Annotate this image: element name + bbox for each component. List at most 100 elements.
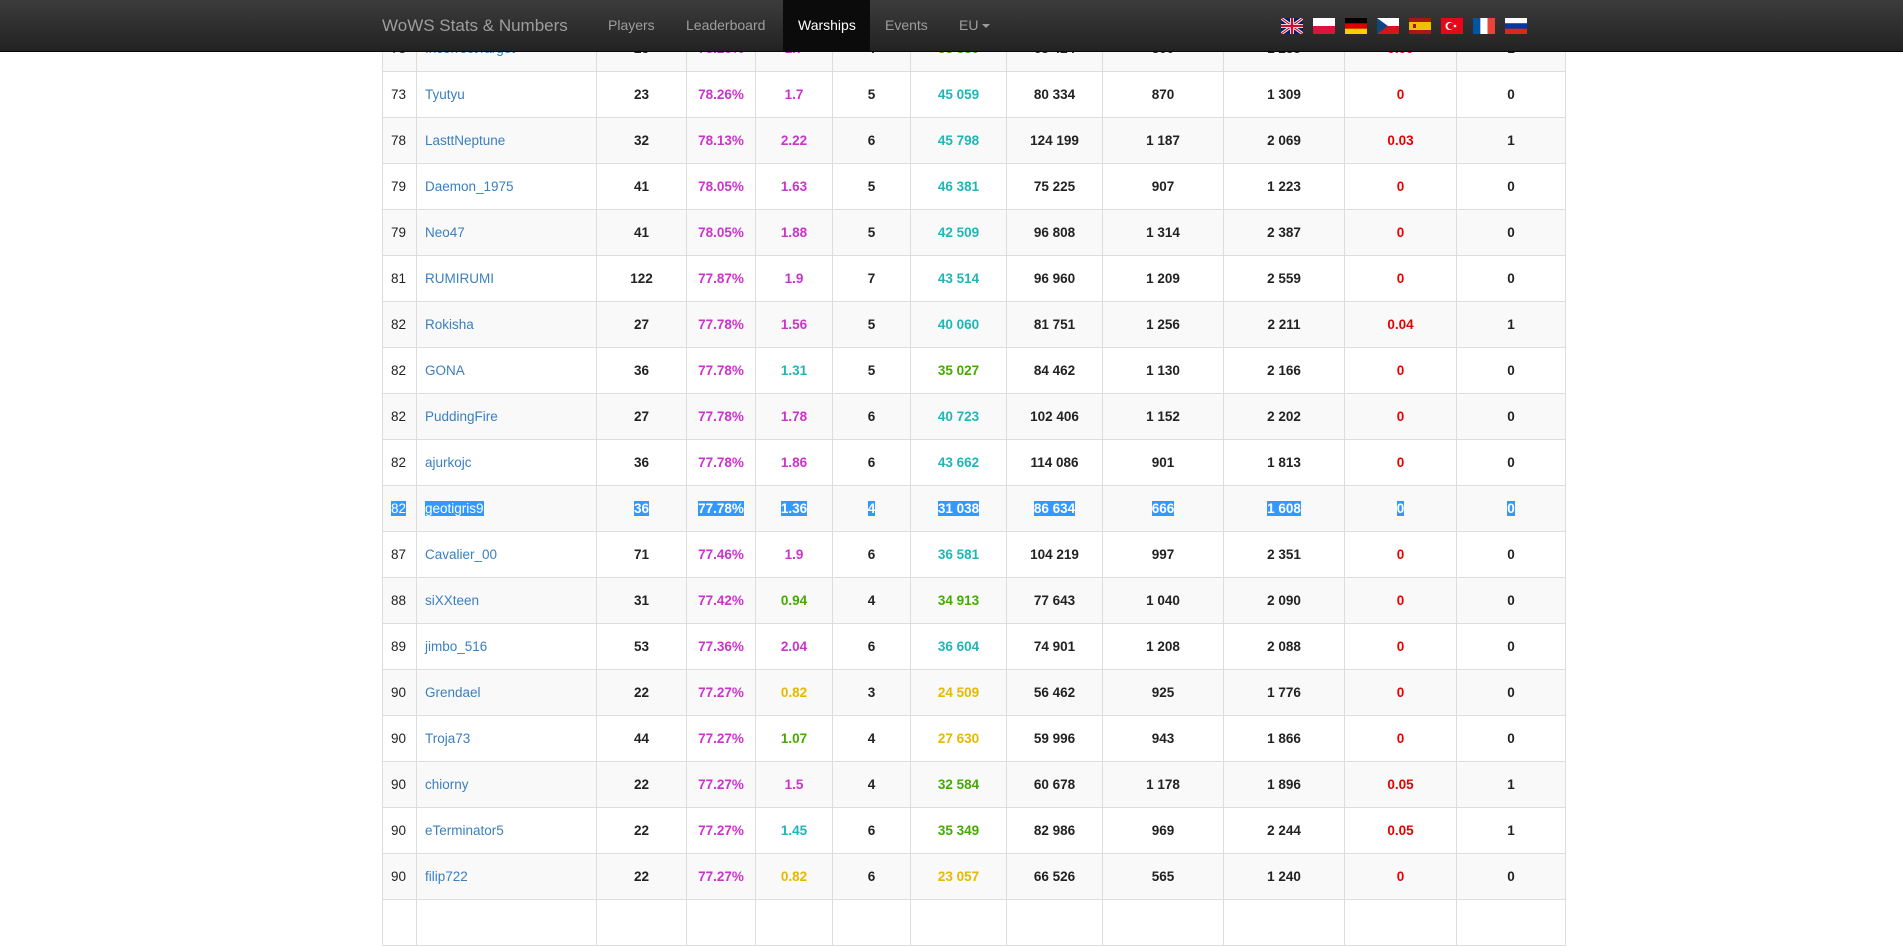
player-name-link[interactable]: eTerminator5 [425,823,504,838]
player-name-link[interactable]: ajurkojc [425,455,472,470]
planes-cell: 1 608 [1267,501,1301,516]
avg-damage-cell: 43 662 [937,455,980,470]
deaths-count-cell: 1 [1507,823,1515,838]
rank-cell: 90 [391,777,407,792]
player-name-link[interactable]: Neo47 [425,225,465,240]
tier-cell: 5 [867,225,876,240]
deaths-count-cell-td: 0 [1456,577,1566,624]
deaths-count-cell-td: 0 [1456,853,1566,900]
es-flag-icon[interactable] [1409,18,1431,34]
deaths-ratio-cell: 0 [1396,87,1405,102]
avg-damage-cell-td: 36 581 [910,531,1007,578]
battles-cell: 31 [633,593,650,608]
kills-cell-td: 565 [1102,853,1224,900]
deaths-ratio-cell: 0 [1396,455,1405,470]
winrate-cell-td: 78.05% [686,163,756,210]
cz-flag-icon[interactable] [1377,18,1399,34]
uk-flag-icon[interactable] [1281,18,1303,34]
player-name-link[interactable]: Cavalier_00 [425,547,497,562]
player-name-td: ajurkojc [416,439,597,486]
deaths-count-cell: 0 [1507,363,1515,378]
pl-flag-icon[interactable] [1313,18,1335,34]
rank-cell-td: 90 [382,807,417,854]
battles-cell-td: 36 [596,347,687,394]
brand-link[interactable]: WoWS Stats & Numbers [382,0,568,51]
avg-damage-cell: 35 027 [937,363,980,378]
planes-cell: 1 309 [1267,87,1301,102]
player-name-link[interactable]: Grendael [425,685,481,700]
deaths-count-cell-td: 1 [1456,761,1566,808]
rank-cell-td: 79 [382,163,417,210]
player-name-link[interactable]: filip722 [425,869,468,884]
nav-events[interactable]: Events [870,0,943,51]
rank-cell-td: 78 [382,117,417,164]
player-name-link[interactable]: Tyutyu [425,87,465,102]
deaths-count-cell-td: 0 [1456,347,1566,394]
player-name-link[interactable]: Daemon_1975 [425,179,514,194]
winrate-cell-td: 78.05% [686,209,756,256]
winrate-cell-td: 77.27% [686,761,756,808]
deaths-ratio-cell-td: 0.03 [1344,117,1457,164]
deaths-count-cell: 0 [1507,685,1515,700]
ratio-cell: 1.88 [780,225,808,240]
deaths-ratio-cell: 0 [1396,869,1405,884]
ru-flag-icon[interactable] [1505,18,1527,34]
de-flag-icon[interactable] [1345,18,1367,34]
player-name-link[interactable]: Rokisha [425,317,474,332]
kills-cell: 666 [1151,501,1175,516]
planes-cell-td: 2 088 [1223,623,1345,670]
battles-cell: 22 [633,685,650,700]
battles-cell-td: 22 [596,807,687,854]
tier-cell-td: 4 [832,577,911,624]
player-name-link[interactable]: GONA [425,363,465,378]
ratio-cell-td [755,899,833,946]
tier-cell: 6 [867,547,876,562]
player-name-link[interactable]: PuddingFire [425,409,498,424]
planes-cell: 2 351 [1267,547,1301,562]
deaths-count-cell: 1 [1507,317,1515,332]
xp-cell-td: 59 996 [1006,715,1103,762]
xp-cell: 102 406 [1030,409,1079,424]
tier-cell-td: 5 [832,71,911,118]
tier-cell-td: 7 [832,255,911,302]
nav-players[interactable]: Players [593,0,670,51]
deaths-ratio-cell-td: 0 [1344,669,1457,716]
player-name-link[interactable]: chiorny [425,777,469,792]
nav-leaderboard[interactable]: Leaderboard [671,0,780,51]
fr-flag-icon[interactable] [1473,18,1495,34]
player-name-td: PuddingFire [416,393,597,440]
avg-damage-cell-td: 46 381 [910,163,1007,210]
tr-flag-icon[interactable] [1441,18,1463,34]
deaths-count-cell: 0 [1507,409,1515,424]
kills-cell: 943 [1151,731,1175,746]
deaths-count-cell: 0 [1507,87,1515,102]
avg-damage-cell-td: 24 509 [910,669,1007,716]
player-name-link[interactable]: RUMIRUMI [425,271,494,286]
player-name-link[interactable]: Troja73 [425,731,470,746]
ratio-cell-td: 1.07 [755,715,833,762]
battles-cell-td: 122 [596,255,687,302]
player-name-link[interactable]: geotigris9 [425,501,484,516]
kills-cell-td: 1 314 [1102,209,1224,256]
avg-damage-cell: 24 509 [937,685,980,700]
nav-warships[interactable]: Warships [783,0,870,51]
avg-damage-cell-td: 32 584 [910,761,1007,808]
deaths-ratio-cell-td: 0 [1344,715,1457,762]
table-row: 88 siXXteen 31 77.42% 0.94 4 34 913 77 643 1 040… [382,577,1566,624]
planes-cell: 2 069 [1267,133,1301,148]
player-name-link[interactable]: siXXteen [425,593,479,608]
planes-cell: 2 202 [1267,409,1301,424]
xp-cell-td: 56 462 [1006,669,1103,716]
planes-cell-td: 2 351 [1223,531,1345,578]
avg-damage-cell: 45 059 [937,87,980,102]
winrate-cell-td: 77.36% [686,623,756,670]
planes-cell-td: 2 202 [1223,393,1345,440]
rank-cell: 90 [391,869,407,884]
winrate-cell-td: 77.78% [686,301,756,348]
xp-cell-td: 66 526 [1006,853,1103,900]
nav-server-dropdown[interactable]: EU [944,0,1005,51]
kills-cell-td: 997 [1102,531,1224,578]
player-name-link[interactable]: LasttNeptune [425,133,505,148]
ratio-cell-td: 1.45 [755,807,833,854]
player-name-link[interactable]: jimbo_516 [425,639,487,654]
